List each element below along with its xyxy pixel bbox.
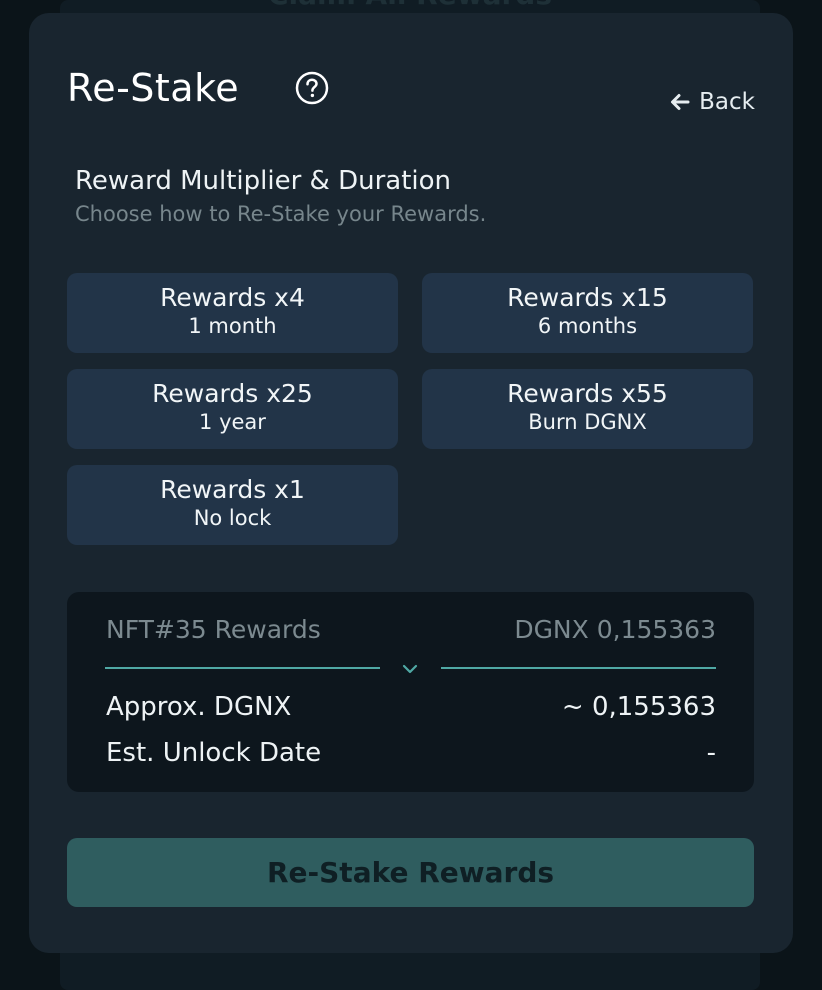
option-title: Rewards x1 [160, 475, 305, 504]
divider-left [105, 667, 380, 669]
option-rewards-x25[interactable]: Rewards x25 1 year [67, 369, 398, 449]
back-button[interactable]: Back [669, 87, 755, 117]
nft-rewards-value: DGNX 0,155363 [514, 615, 716, 644]
question-circle-icon[interactable] [295, 71, 329, 105]
unlock-date-value: - [706, 738, 716, 768]
back-label: Back [699, 89, 755, 115]
option-title: Rewards x15 [507, 283, 668, 312]
background-claim-all-label: Claim All Rewards [60, 0, 760, 11]
option-duration: 6 months [537, 314, 638, 338]
chevron-down-icon [402, 664, 418, 674]
approx-dgnx-value: ~ 0,155363 [561, 692, 716, 722]
option-duration: 1 year [199, 410, 266, 434]
option-rewards-x55[interactable]: Rewards x55 Burn DGNX [422, 369, 753, 449]
option-title: Rewards x25 [152, 379, 313, 408]
unlock-date-label: Est. Unlock Date [106, 738, 322, 768]
option-duration: No lock [193, 506, 272, 530]
restake-rewards-button[interactable]: Re-Stake Rewards [67, 838, 754, 907]
option-title: Rewards x4 [160, 283, 305, 312]
option-duration: 1 month [188, 314, 277, 338]
option-rewards-x4[interactable]: Rewards x4 1 month [67, 273, 398, 353]
background-claim-all-button: Claim All Rewards [60, 0, 760, 12]
modal-title: Re-Stake [67, 66, 240, 110]
option-duration: Burn DGNX [528, 410, 647, 434]
section-heading: Reward Multiplier & Duration [75, 166, 452, 196]
section-subheading: Choose how to Re-Stake your Rewards. [75, 202, 487, 226]
option-rewards-x15[interactable]: Rewards x15 6 months [422, 273, 753, 353]
divider-right [441, 667, 716, 669]
approx-dgnx-label: Approx. DGNX [106, 692, 292, 722]
option-title: Rewards x55 [507, 379, 668, 408]
restake-modal: Re-Stake Back Reward Multiplier & Durati… [29, 13, 793, 953]
nft-rewards-label: NFT#35 Rewards [106, 615, 321, 644]
rewards-summary-panel: NFT#35 Rewards DGNX 0,155363 Approx. DGN… [67, 592, 754, 792]
arrow-left-icon [671, 94, 690, 110]
option-rewards-x1[interactable]: Rewards x1 No lock [67, 465, 398, 545]
